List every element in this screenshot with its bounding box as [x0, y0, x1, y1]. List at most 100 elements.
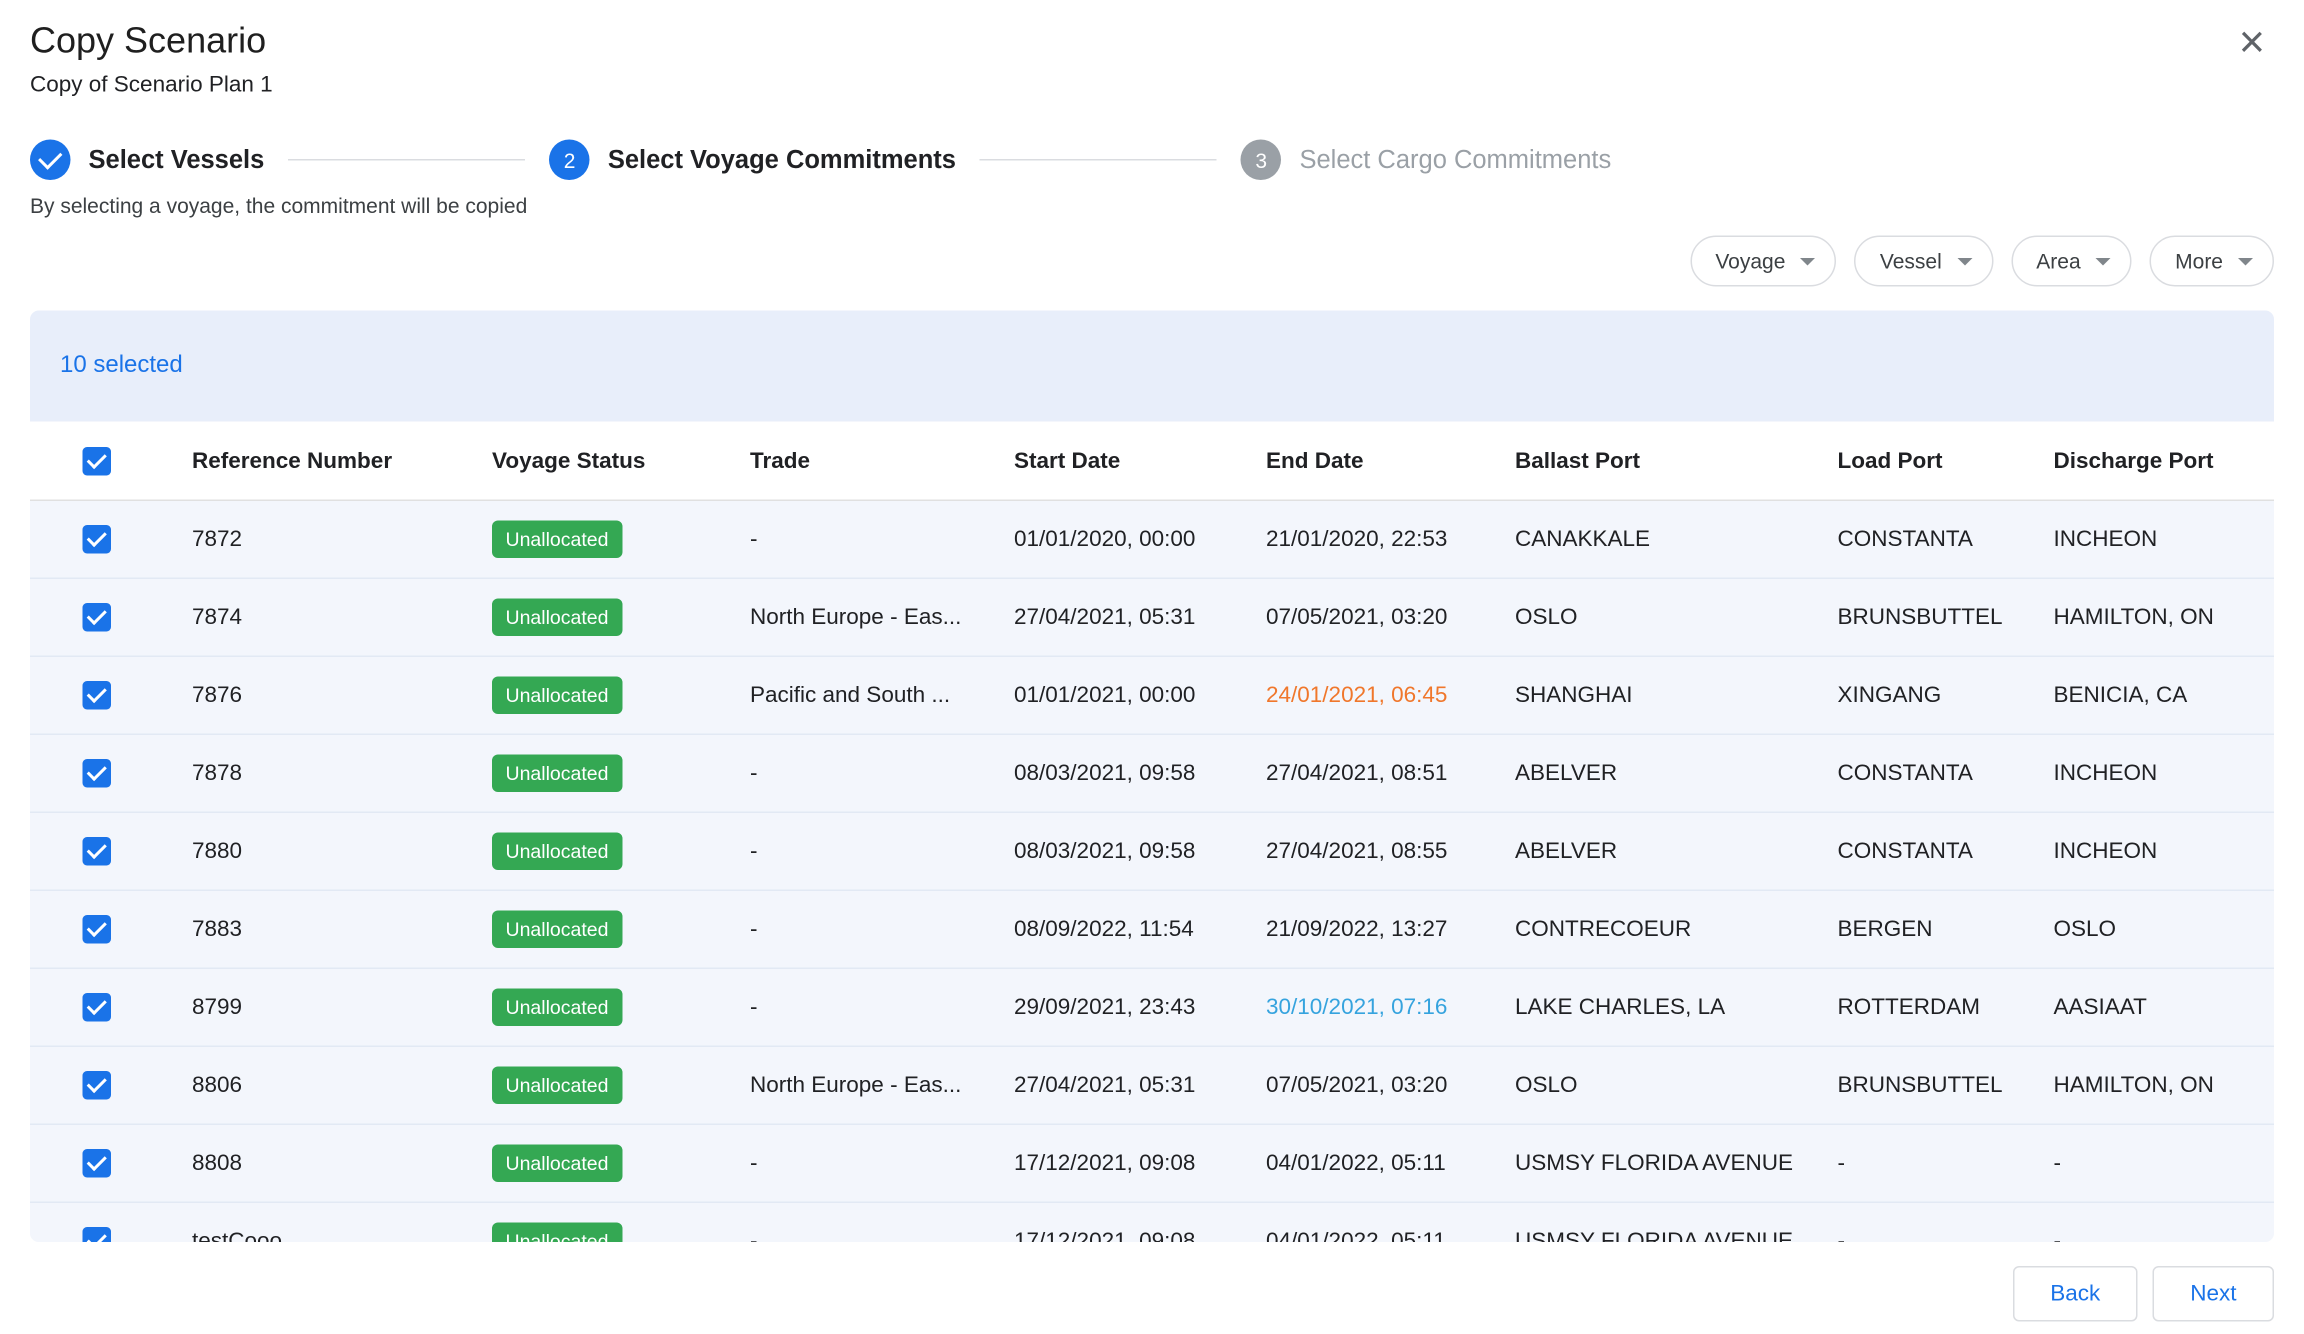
cell-end-date: 27/04/2021, 08:55: [1236, 839, 1485, 865]
row-checkbox[interactable]: [82, 603, 111, 632]
select-all-checkbox[interactable]: [82, 446, 111, 475]
cell-trade: -: [720, 527, 984, 553]
cell-voyage-status: Unallocated: [462, 599, 720, 637]
cell-trade: North Europe - Eas...: [720, 1073, 984, 1099]
cell-trade: Pacific and South ...: [720, 683, 984, 709]
row-checkbox[interactable]: [82, 1149, 111, 1178]
cell-reference-number: 7872: [162, 527, 462, 553]
table-row[interactable]: 7878 Unallocated - 08/03/2021, 09:58 27/…: [30, 735, 2274, 813]
cell-reference-number: testCooo: [162, 1229, 462, 1243]
cell-trade: -: [720, 917, 984, 943]
filter-more-label: More: [2175, 249, 2223, 273]
cell-discharge-port: OSLO: [2024, 917, 2275, 943]
filter-area-button[interactable]: Area: [2011, 236, 2132, 287]
filter-vessel-button[interactable]: Vessel: [1854, 236, 1992, 287]
cell-reference-number: 8806: [162, 1073, 462, 1099]
cell-start-date: 01/01/2020, 00:00: [984, 527, 1236, 553]
cell-start-date: 17/12/2021, 09:08: [984, 1229, 1236, 1243]
cell-end-date: 30/10/2021, 07:16: [1236, 995, 1485, 1021]
cell-ballast-port: OSLO: [1485, 605, 1808, 631]
cell-trade: -: [720, 761, 984, 787]
cell-voyage-status: Unallocated: [462, 833, 720, 871]
row-checkbox[interactable]: [82, 993, 111, 1022]
page-title: Copy Scenario: [30, 21, 2274, 63]
status-badge: Unallocated: [492, 599, 622, 637]
cell-discharge-port: -: [2024, 1151, 2275, 1177]
status-badge: Unallocated: [492, 755, 622, 793]
table-row[interactable]: 8808 Unallocated - 17/12/2021, 09:08 04/…: [30, 1125, 2274, 1203]
cell-reference-number: 7876: [162, 683, 462, 709]
cell-load-port: CONSTANTA: [1808, 761, 2024, 787]
cell-ballast-port: USMSY FLORIDA AVENUE: [1485, 1229, 1808, 1243]
status-badge: Unallocated: [492, 677, 622, 715]
modal-subtitle: Copy of Scenario Plan 1: [30, 72, 2274, 98]
cell-ballast-port: CONTRECOEUR: [1485, 917, 1808, 943]
modal-footer: Back Next: [0, 1242, 2304, 1322]
cell-voyage-status: Unallocated: [462, 911, 720, 949]
back-button[interactable]: Back: [2013, 1266, 2138, 1322]
row-checkbox[interactable]: [82, 759, 111, 788]
row-checkbox[interactable]: [82, 1071, 111, 1100]
cell-discharge-port: HAMILTON, ON: [2024, 1073, 2275, 1099]
filter-more-button[interactable]: More: [2150, 236, 2274, 287]
step-label-select-cargo-commitments: Select Cargo Commitments: [1299, 145, 1611, 175]
voyage-table-panel: 10 selected Reference Number Voyage Stat…: [30, 311, 2274, 1243]
close-button[interactable]: ×: [2233, 15, 2271, 72]
table-row[interactable]: 8799 Unallocated - 29/09/2021, 23:43 30/…: [30, 969, 2274, 1047]
cell-trade: North Europe - Eas...: [720, 605, 984, 631]
step-connector: [288, 159, 525, 161]
cell-load-port: -: [1808, 1151, 2024, 1177]
cell-end-date: 07/05/2021, 03:20: [1236, 1073, 1485, 1099]
step-label-select-voyage-commitments: Select Voyage Commitments: [608, 145, 956, 175]
table-row[interactable]: 7872 Unallocated - 01/01/2020, 00:00 21/…: [30, 501, 2274, 579]
cell-start-date: 17/12/2021, 09:08: [984, 1151, 1236, 1177]
status-badge: Unallocated: [492, 911, 622, 949]
step-hint-text: By selecting a voyage, the commitment wi…: [0, 194, 2304, 218]
row-checkbox[interactable]: [82, 681, 111, 710]
cell-end-date: 04/01/2022, 05:11: [1236, 1229, 1485, 1243]
table-row[interactable]: 7874 Unallocated North Europe - Eas... 2…: [30, 579, 2274, 657]
step-select-cargo-commitments[interactable]: 3 Select Cargo Commitments: [1241, 140, 1611, 181]
row-checkbox[interactable]: [82, 525, 111, 554]
row-checkbox[interactable]: [82, 915, 111, 944]
table-row[interactable]: 7880 Unallocated - 08/03/2021, 09:58 27/…: [30, 813, 2274, 891]
cell-ballast-port: OSLO: [1485, 1073, 1808, 1099]
close-icon: ×: [2239, 18, 2265, 68]
step-completed-circle: [30, 140, 71, 181]
step-select-vessels[interactable]: Select Vessels: [30, 140, 264, 181]
cell-load-port: BERGEN: [1808, 917, 2024, 943]
stepper: Select Vessels 2 Select Voyage Commitmen…: [0, 140, 2304, 181]
row-checkbox[interactable]: [82, 837, 111, 866]
status-badge: Unallocated: [492, 1145, 622, 1183]
cell-end-date: 21/01/2020, 22:53: [1236, 527, 1485, 553]
cell-voyage-status: Unallocated: [462, 521, 720, 559]
cell-trade: -: [720, 1151, 984, 1177]
modal-header: Copy Scenario Copy of Scenario Plan 1 ×: [0, 0, 2304, 98]
table-row[interactable]: 7883 Unallocated - 08/09/2022, 11:54 21/…: [30, 891, 2274, 969]
table-row[interactable]: 8806 Unallocated North Europe - Eas... 2…: [30, 1047, 2274, 1125]
filter-voyage-button[interactable]: Voyage: [1690, 236, 1837, 287]
cell-load-port: ROTTERDAM: [1808, 995, 2024, 1021]
cell-load-port: CONSTANTA: [1808, 839, 2024, 865]
cell-voyage-status: Unallocated: [462, 755, 720, 793]
chevron-down-icon: [2096, 257, 2111, 265]
cell-end-date: 07/05/2021, 03:20: [1236, 605, 1485, 631]
cell-load-port: XINGANG: [1808, 683, 2024, 709]
column-header-ballast-port: Ballast Port: [1485, 448, 1808, 474]
cell-trade: -: [720, 1229, 984, 1243]
row-checkbox[interactable]: [82, 1227, 111, 1242]
table-row[interactable]: 7876 Unallocated Pacific and South ... 0…: [30, 657, 2274, 735]
cell-ballast-port: CANAKKALE: [1485, 527, 1808, 553]
status-badge: Unallocated: [492, 1067, 622, 1105]
cell-ballast-port: LAKE CHARLES, LA: [1485, 995, 1808, 1021]
cell-trade: -: [720, 839, 984, 865]
next-button[interactable]: Next: [2153, 1266, 2274, 1322]
step-select-voyage-commitments[interactable]: 2 Select Voyage Commitments: [549, 140, 956, 181]
table-header-row: Reference Number Voyage Status Trade Sta…: [30, 422, 2274, 502]
cell-end-date: 04/01/2022, 05:11: [1236, 1151, 1485, 1177]
table-body: 7872 Unallocated - 01/01/2020, 00:00 21/…: [30, 501, 2274, 1242]
column-header-voyage-status: Voyage Status: [462, 448, 720, 474]
status-badge: Unallocated: [492, 989, 622, 1027]
table-row[interactable]: testCooo Unallocated - 17/12/2021, 09:08…: [30, 1203, 2274, 1242]
status-badge: Unallocated: [492, 521, 622, 559]
